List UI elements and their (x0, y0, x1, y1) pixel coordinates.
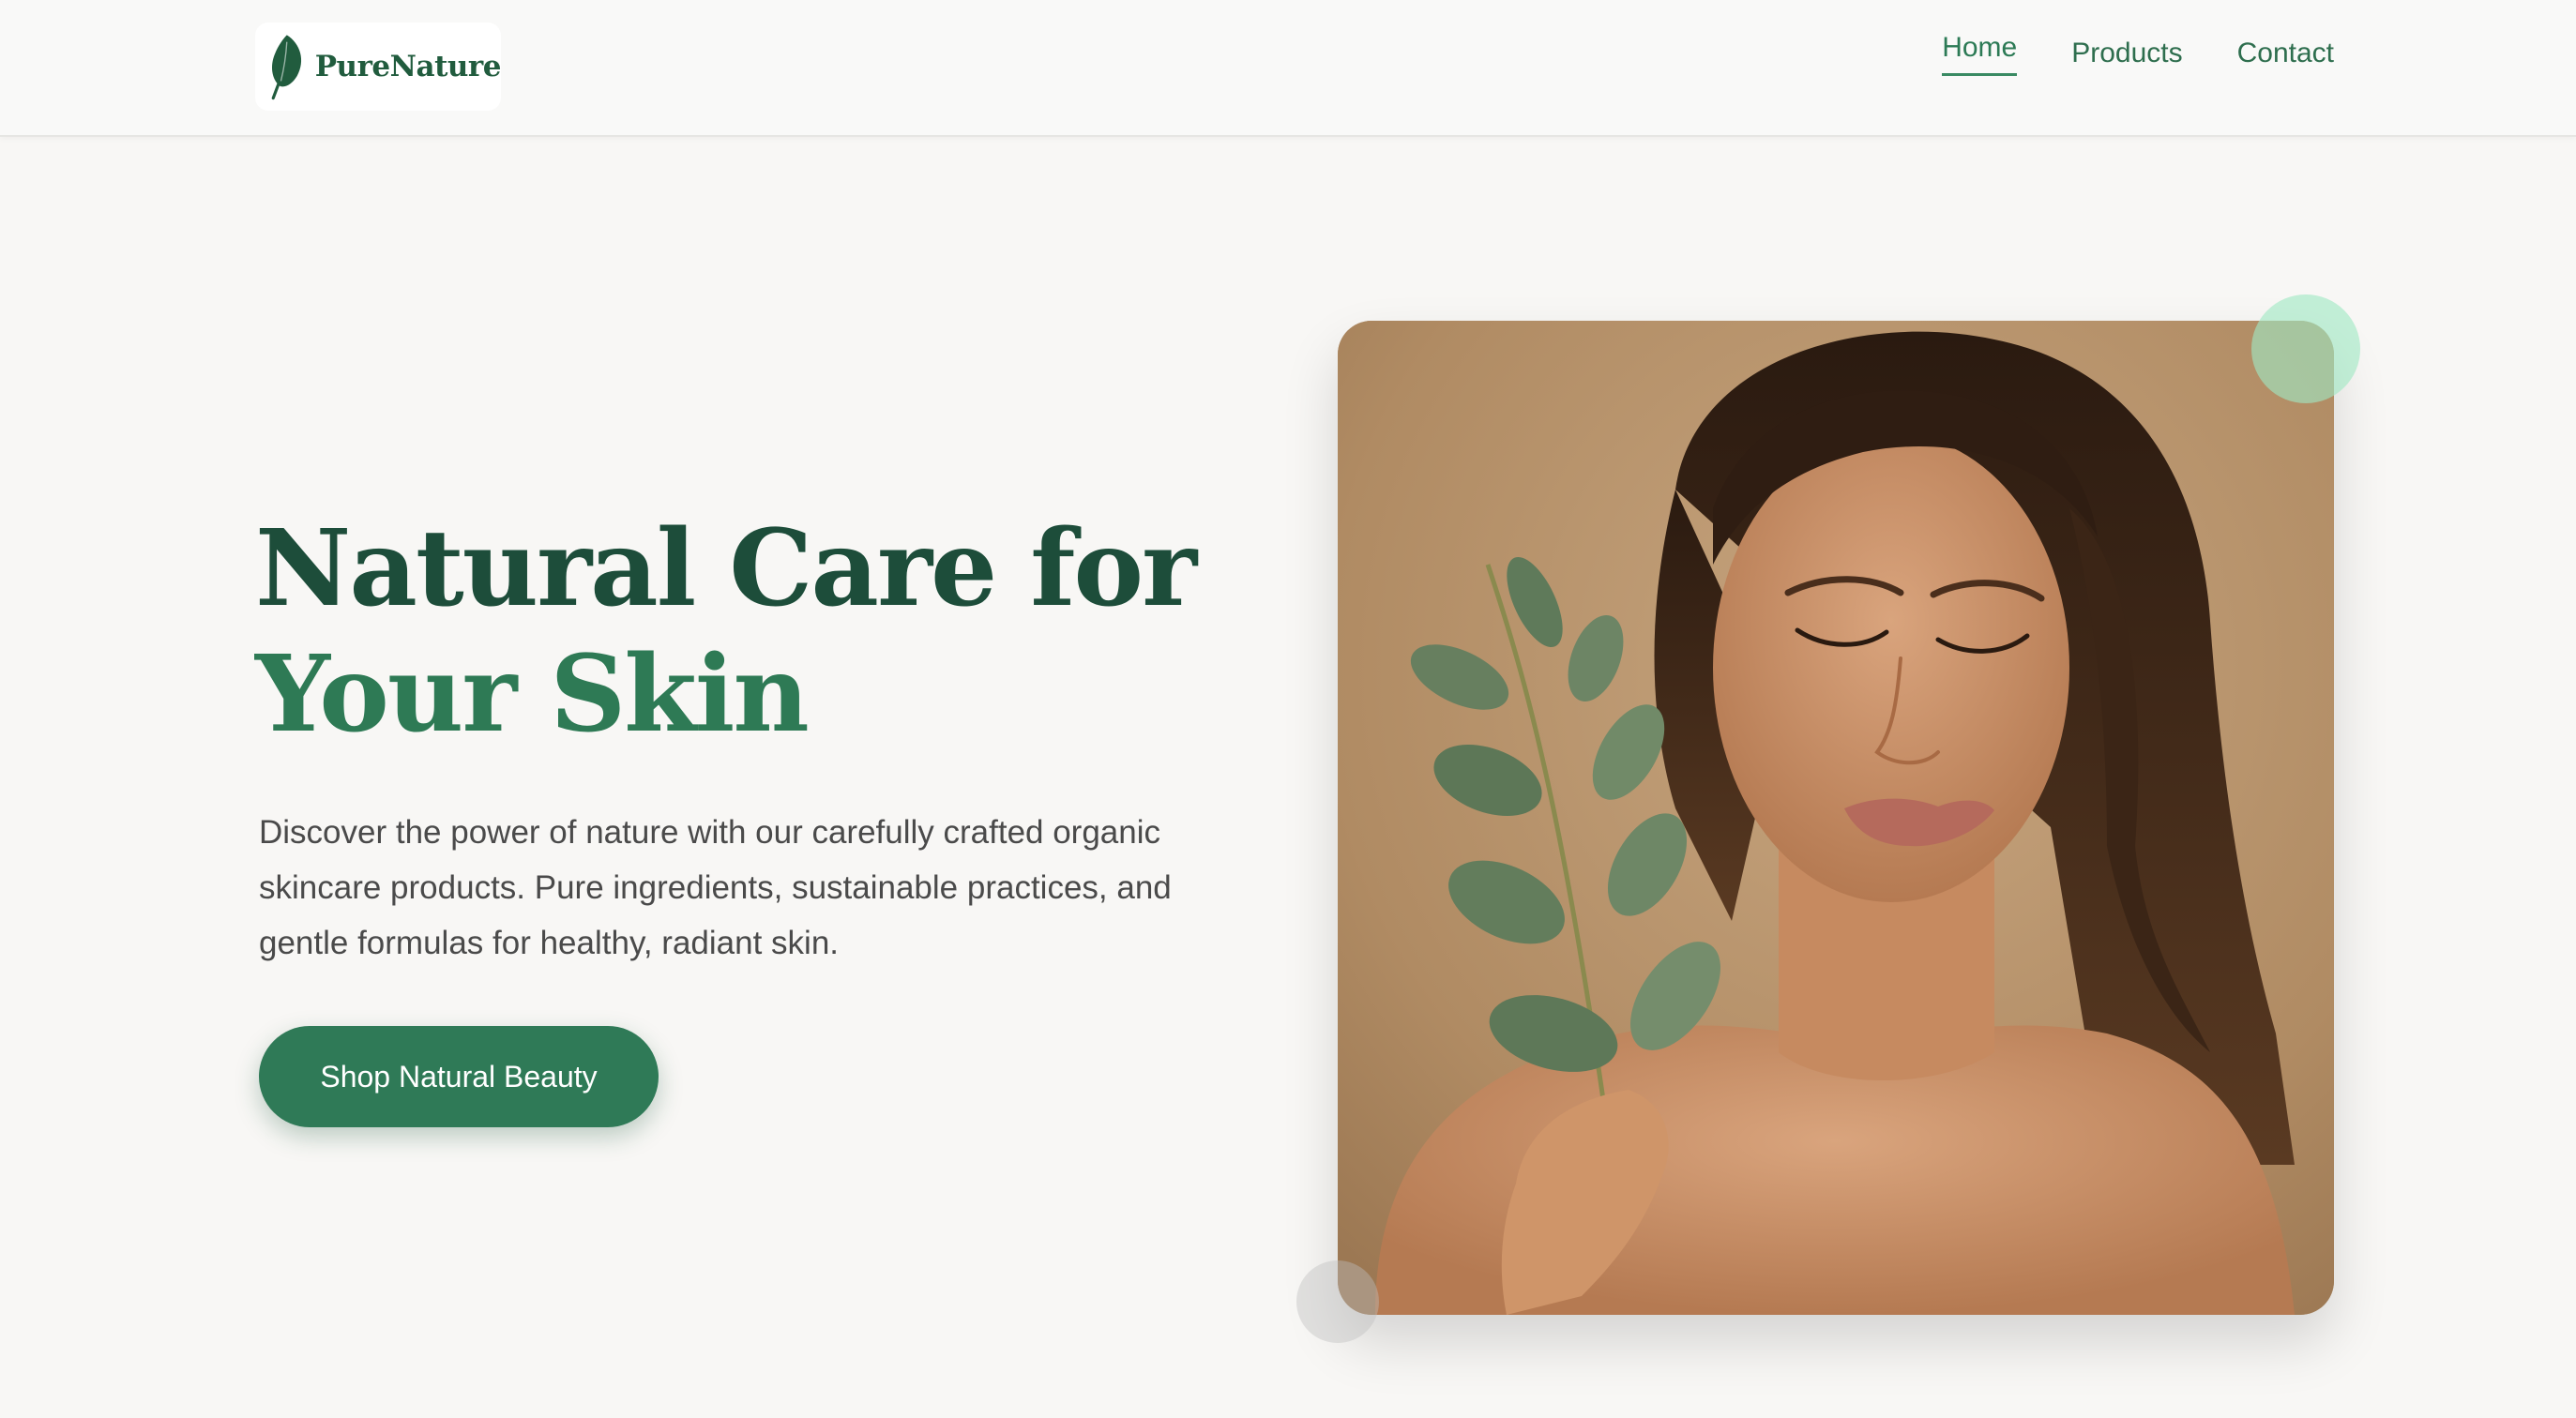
hero-title-line2: Your Skin (255, 633, 810, 756)
brand-name: PureNature (314, 50, 502, 83)
decorative-circle-gray (1296, 1260, 1379, 1343)
main-nav: Home Products Contact (1887, 32, 2334, 94)
nav-link-products[interactable]: Products (2071, 38, 2182, 79)
hero-title-line1: Natural Care for (255, 507, 1197, 630)
hero-image (1338, 321, 2334, 1315)
hero-photo (1338, 321, 2334, 1315)
hero-description: Discover the power of nature with our ca… (259, 814, 1172, 961)
shop-natural-beauty-button[interactable]: Shop Natural Beauty (259, 1026, 659, 1127)
site-header: PureNature Home Products Contact (0, 0, 2576, 137)
hero-title: Natural Care for Your Skin (255, 506, 1197, 758)
brand-logo[interactable]: PureNature (255, 23, 502, 111)
nav-link-home[interactable]: Home (1942, 32, 2018, 76)
nav-link-contact[interactable]: Contact (2237, 38, 2334, 79)
leaf-icon (271, 35, 302, 100)
decorative-circle-green (2251, 294, 2360, 403)
